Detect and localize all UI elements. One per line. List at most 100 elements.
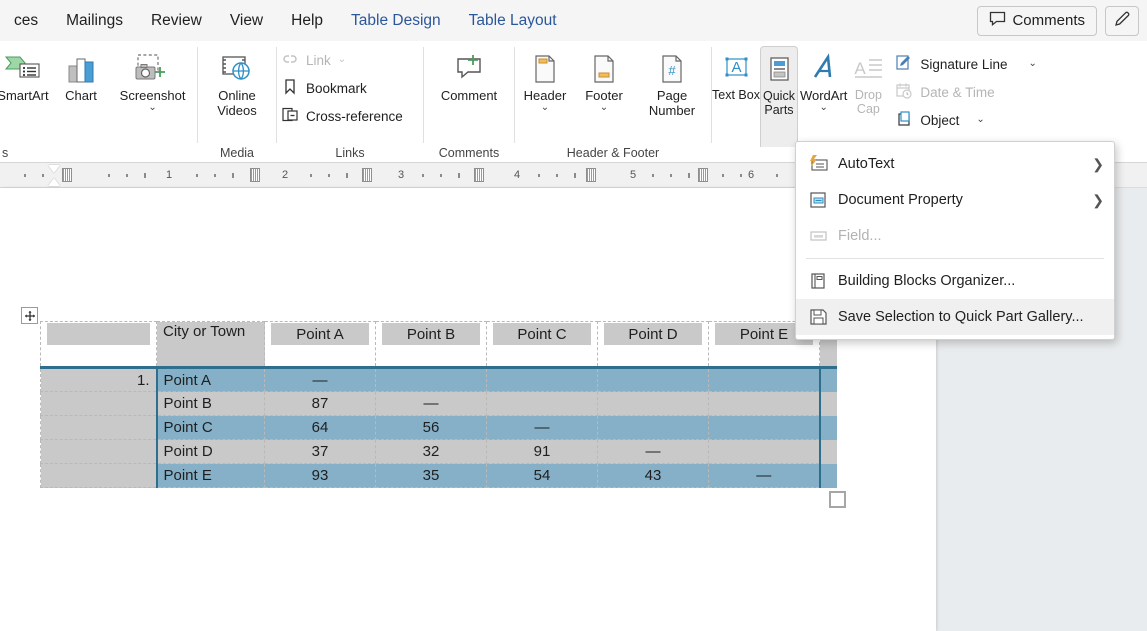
cross-reference-icon bbox=[281, 106, 299, 126]
row-city-cell[interactable]: Point A bbox=[155, 366, 265, 392]
row-value-cell[interactable]: — bbox=[708, 463, 821, 488]
row-value-cell[interactable] bbox=[597, 391, 709, 416]
row-value-cell[interactable]: 64 bbox=[264, 415, 376, 440]
ruler-tab-marker[interactable] bbox=[586, 168, 596, 182]
bookmark-button[interactable]: Bookmark bbox=[277, 74, 371, 102]
chevron-down-icon[interactable]: ⌄ bbox=[600, 103, 608, 113]
table-container[interactable]: City or Town Point A Point B Point C Poi… bbox=[21, 307, 846, 508]
table-row[interactable]: Point B 87 — bbox=[40, 391, 837, 416]
table-move-handle[interactable] bbox=[21, 307, 38, 324]
header-cell-city[interactable]: City or Town bbox=[156, 321, 265, 368]
tab-help[interactable]: Help bbox=[277, 0, 337, 41]
row-city-cell[interactable]: Point D bbox=[155, 439, 265, 464]
row-city-cell[interactable]: Point B bbox=[155, 391, 265, 416]
row-number-cell[interactable]: 1. bbox=[40, 366, 157, 392]
row-value-cell[interactable]: 93 bbox=[264, 463, 376, 488]
text-box-button[interactable]: A Text Box bbox=[712, 46, 760, 103]
row-city-cell[interactable]: Point C bbox=[155, 415, 265, 440]
row-number-cell[interactable] bbox=[40, 391, 157, 416]
header-cell-point-a[interactable]: Point A bbox=[264, 321, 376, 368]
header-button[interactable]: Header ⌄ bbox=[515, 46, 575, 113]
row-value-cell[interactable]: 32 bbox=[375, 439, 487, 464]
header-cell-point-d[interactable]: Point D bbox=[597, 321, 709, 368]
first-line-indent-marker[interactable] bbox=[48, 165, 60, 173]
tab-references[interactable]: ces bbox=[0, 0, 52, 41]
tab-table-design[interactable]: Table Design bbox=[337, 0, 455, 41]
chevron-down-icon[interactable]: ⌄ bbox=[819, 103, 827, 113]
link-button[interactable]: Link ⌄ bbox=[277, 46, 350, 74]
header-label: Point C bbox=[517, 325, 567, 343]
ruler-tab-marker[interactable] bbox=[474, 168, 484, 182]
row-value-cell[interactable] bbox=[597, 415, 709, 440]
header-cell-point-c[interactable]: Point C bbox=[486, 321, 598, 368]
chart-button[interactable]: Chart bbox=[54, 46, 108, 103]
comments-button[interactable]: Comments bbox=[977, 5, 1097, 36]
tab-view[interactable]: View bbox=[216, 0, 277, 41]
row-value-cell[interactable] bbox=[597, 366, 709, 392]
row-value-cell[interactable] bbox=[708, 391, 821, 416]
menu-item-document-property[interactable]: Document Property ❯ bbox=[796, 182, 1114, 218]
row-value-cell[interactable] bbox=[708, 439, 821, 464]
row-value-cell[interactable]: — bbox=[486, 415, 598, 440]
tab-mailings[interactable]: Mailings bbox=[52, 0, 137, 41]
signature-line-button[interactable]: Signature Line ⌄ bbox=[891, 50, 1040, 78]
online-videos-button[interactable]: Online Videos bbox=[198, 46, 276, 118]
menu-item-autotext[interactable]: AutoText ❯ bbox=[796, 146, 1114, 182]
tab-review[interactable]: Review bbox=[137, 0, 216, 41]
row-number-cell[interactable] bbox=[40, 415, 157, 440]
row-value-cell[interactable] bbox=[375, 366, 487, 392]
menu-item-save-selection-to-quick-part-gallery[interactable]: Save Selection to Quick Part Gallery... bbox=[796, 299, 1114, 335]
row-value-cell[interactable]: 35 bbox=[375, 463, 487, 488]
table-header-row[interactable]: City or Town Point A Point B Point C Poi… bbox=[40, 321, 837, 368]
row-value-cell[interactable]: 87 bbox=[264, 391, 376, 416]
ruler-tab-marker[interactable] bbox=[698, 168, 708, 182]
distance-matrix-table[interactable]: City or Town Point A Point B Point C Poi… bbox=[40, 321, 837, 488]
table-row[interactable]: 1. Point A — bbox=[40, 366, 837, 392]
row-value-cell[interactable] bbox=[708, 366, 821, 392]
table-row[interactable]: Point D 37 32 91 — bbox=[40, 439, 837, 464]
chevron-down-icon[interactable]: ⌄ bbox=[541, 103, 549, 113]
ruler-tick bbox=[574, 173, 576, 178]
screenshot-button[interactable]: Screenshot ⌄ bbox=[108, 46, 197, 113]
ruler-tab-marker[interactable] bbox=[250, 168, 260, 182]
cross-reference-button[interactable]: Cross-reference bbox=[277, 102, 407, 130]
chevron-down-icon[interactable]: ⌄ bbox=[1028, 59, 1036, 69]
quick-parts-button[interactable]: Quick Parts bbox=[760, 46, 798, 147]
row-value-cell[interactable] bbox=[486, 391, 598, 416]
table-resize-handle[interactable] bbox=[828, 491, 846, 508]
row-value-cell[interactable] bbox=[708, 415, 821, 440]
row-value-cell[interactable] bbox=[486, 366, 598, 392]
row-value-cell[interactable]: — bbox=[375, 391, 487, 416]
chevron-down-icon[interactable]: ⌄ bbox=[976, 115, 984, 125]
row-value-cell[interactable]: 43 bbox=[597, 463, 709, 488]
editor-button[interactable] bbox=[1105, 5, 1139, 36]
row-value-cell[interactable]: — bbox=[264, 366, 376, 392]
row-number-cell[interactable] bbox=[40, 439, 157, 464]
new-comment-button[interactable]: Comment bbox=[424, 46, 514, 103]
chevron-down-icon[interactable]: ⌄ bbox=[338, 55, 346, 65]
row-number-cell[interactable] bbox=[40, 463, 157, 488]
row-value-cell[interactable]: 56 bbox=[375, 415, 487, 440]
ruler-tab-marker[interactable] bbox=[362, 168, 372, 182]
object-button[interactable]: Object ⌄ bbox=[891, 106, 1040, 134]
ruler-tab-marker[interactable] bbox=[62, 168, 72, 182]
row-city-cell[interactable]: Point E bbox=[155, 463, 265, 488]
smartart-button[interactable]: SmartArt bbox=[0, 46, 54, 103]
table-row[interactable]: Point C 64 56 — bbox=[40, 415, 837, 440]
footer-button[interactable]: Footer ⌄ bbox=[575, 46, 633, 113]
header-cell-blank[interactable] bbox=[40, 321, 157, 368]
header-cell-point-b[interactable]: Point B bbox=[375, 321, 487, 368]
quick-parts-menu[interactable]: AutoText ❯ Document Property ❯ Field... … bbox=[795, 141, 1115, 340]
menu-item-field: Field... bbox=[796, 218, 1114, 254]
row-value-cell[interactable]: 54 bbox=[486, 463, 598, 488]
row-value-cell[interactable]: 37 bbox=[264, 439, 376, 464]
row-value-cell[interactable]: 91 bbox=[486, 439, 598, 464]
page-number-button[interactable]: # Page Number ⌄ bbox=[633, 46, 711, 118]
table-row[interactable]: Point E 93 35 54 43 — bbox=[40, 463, 837, 488]
wordart-button[interactable]: WordArt ⌄ bbox=[798, 46, 849, 113]
hanging-indent-marker[interactable] bbox=[48, 178, 60, 186]
tab-table-layout[interactable]: Table Layout bbox=[455, 0, 571, 41]
row-value-cell[interactable]: — bbox=[597, 439, 709, 464]
menu-item-building-blocks-organizer[interactable]: Building Blocks Organizer... bbox=[796, 263, 1114, 299]
chevron-down-icon[interactable]: ⌄ bbox=[148, 103, 156, 113]
